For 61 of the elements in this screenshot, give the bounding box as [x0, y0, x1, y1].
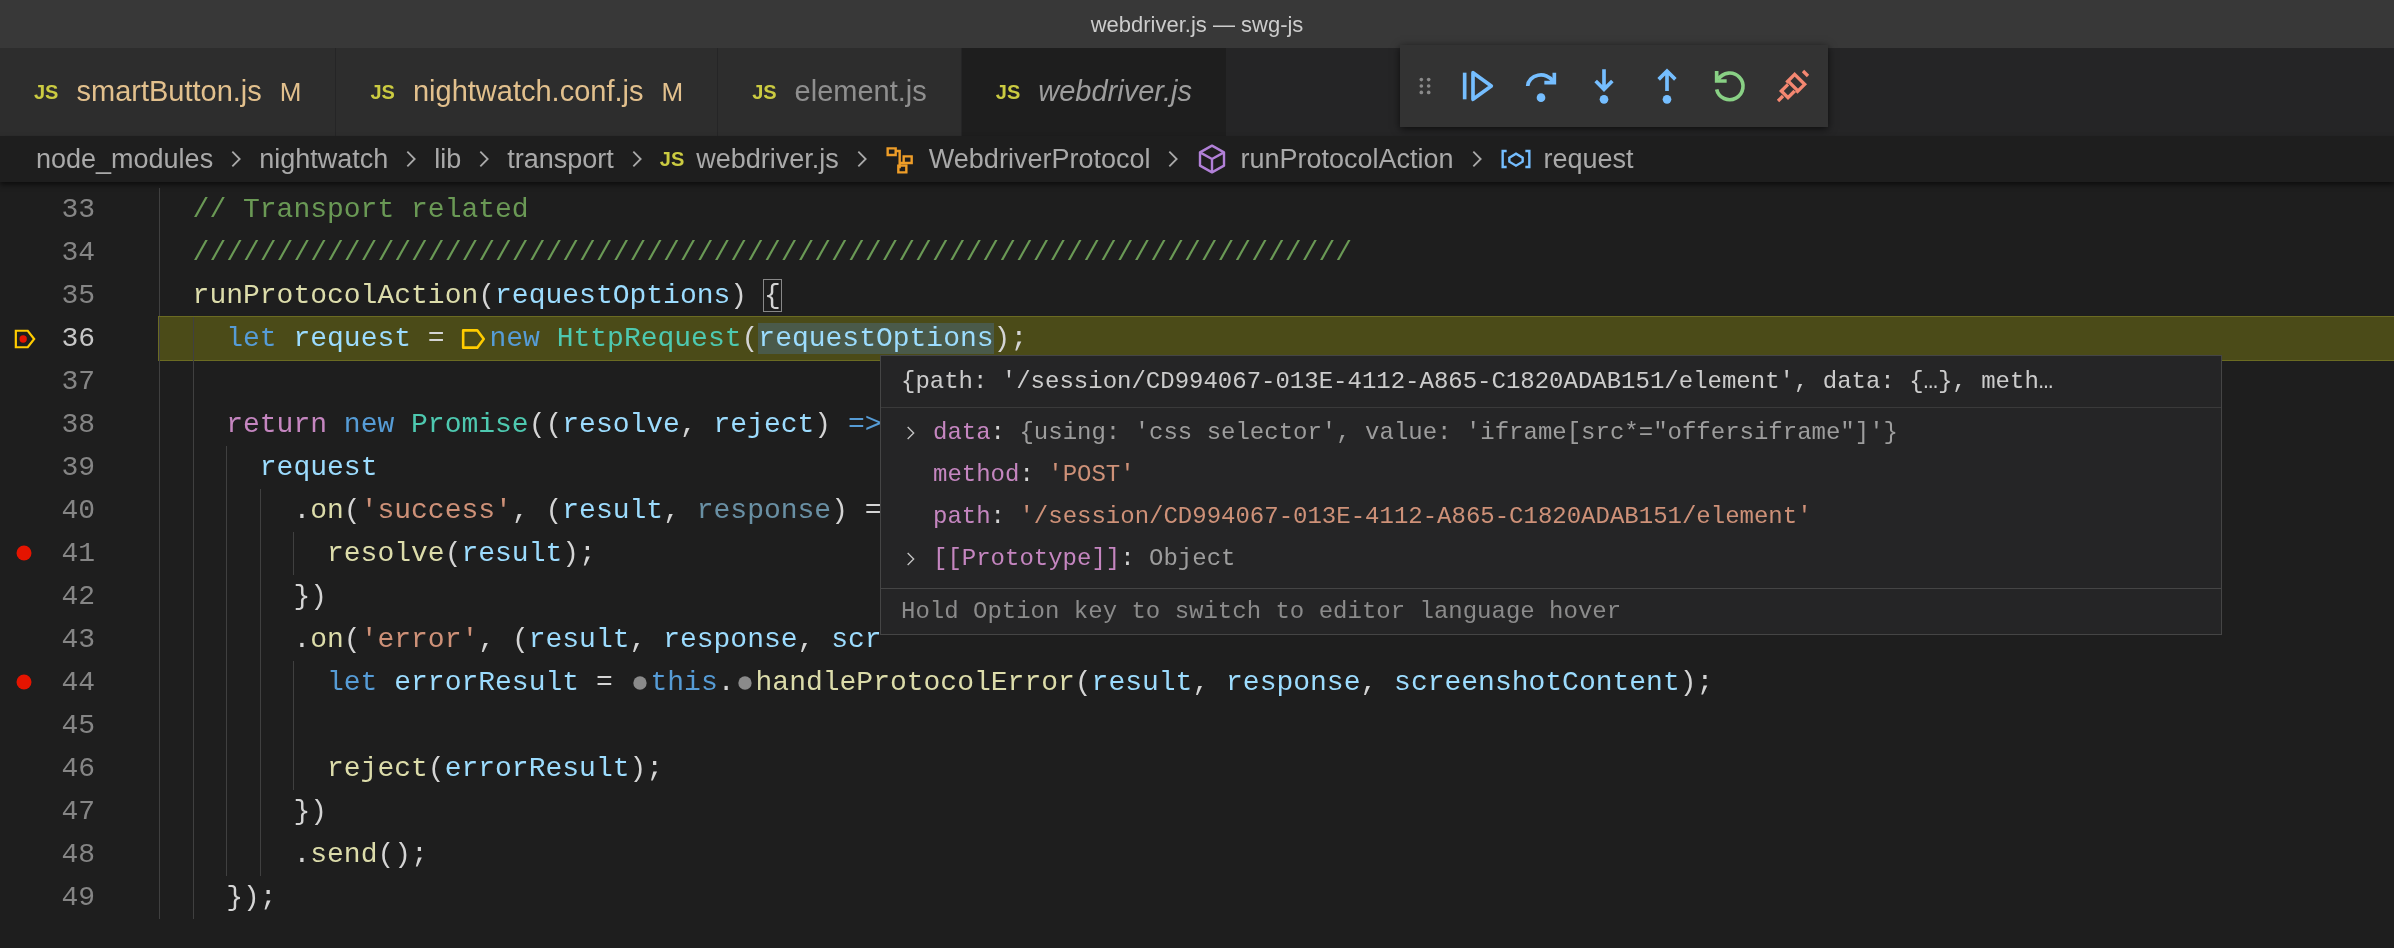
- code-text: });: [226, 881, 277, 915]
- line-number: 45: [61, 709, 95, 743]
- breadcrumb-item[interactable]: nightwatch: [259, 138, 389, 180]
- line-number: 44: [61, 666, 95, 700]
- code-text: resolve(result);: [327, 537, 596, 571]
- editor-tab[interactable]: JS webdriver.js: [961, 48, 1227, 136]
- breadcrumb-item[interactable]: WebdriverProtocol: [928, 138, 1151, 180]
- line-number: 46: [61, 752, 95, 786]
- hover-header: {path: '/session/CD994067-013E-4112-A865-C1820ADAB151/element', data: {…}, meth…: [881, 356, 2221, 408]
- code-text: reject(errorResult);: [327, 752, 664, 786]
- breadcrumb-item[interactable]: request: [1543, 138, 1634, 180]
- breadcrumb-item[interactable]: node_modules: [36, 138, 214, 180]
- line-number: 33: [61, 193, 95, 227]
- breakpoint-dot-icon[interactable]: [631, 674, 648, 691]
- property-row-text: path: '/session/CD994067-013E-4112-A865-C1820ADAB151/element': [933, 502, 1812, 532]
- line-number: 49: [61, 881, 95, 915]
- code-text: return new Promise((resolve, reject) =>: [226, 408, 882, 442]
- hover-hint: Hold Option key to switch to editor language hover: [881, 588, 2221, 634]
- code-text: runProtocolAction(requestOptions) {: [192, 279, 781, 313]
- code-text: let request =: [226, 322, 446, 356]
- line-number: 36: [61, 322, 95, 356]
- code-text: handleProtocolError(result, response, screenshotContent);: [755, 666, 1714, 700]
- breadcrumb-item[interactable]: lib: [434, 138, 462, 180]
- code-text: this.: [650, 666, 735, 700]
- line-number: 35: [61, 279, 95, 313]
- js-file-icon: JS: [995, 77, 1021, 107]
- editor-tab[interactable]: JS element.js: [718, 48, 962, 136]
- line-number: 37: [61, 365, 95, 399]
- line-number: 40: [61, 494, 95, 528]
- breadcrumb-item[interactable]: runProtocolAction: [1240, 138, 1454, 180]
- line-number: 47: [61, 795, 95, 829]
- code-text: /////////////////////////////////////////////////////////////////////: [192, 236, 1352, 270]
- line-number: 43: [61, 623, 95, 657]
- code-text: }): [293, 580, 328, 614]
- line-number: 42: [61, 580, 95, 614]
- code-text: // Transport related: [192, 193, 529, 227]
- line-number: 41: [61, 537, 95, 571]
- property-row-text: method: 'POST': [933, 460, 1135, 490]
- js-file-icon: JS: [659, 144, 685, 174]
- editor-tab[interactable]: JS smartButton.js M: [0, 48, 337, 136]
- code-text: .send();: [293, 838, 428, 872]
- js-file-icon: JS: [752, 77, 777, 107]
- line-number: 39: [61, 451, 95, 485]
- code-text: .on('success', (result, response) =: [293, 494, 882, 528]
- code-text: .on('error', (result, response, scr: [293, 623, 882, 657]
- editor-tab[interactable]: JS nightwatch.conf.js M: [336, 48, 719, 136]
- js-file-icon: JS: [370, 77, 395, 107]
- code-text: let errorResult =: [327, 666, 614, 700]
- line-number: 34: [61, 236, 95, 270]
- line-number: 38: [61, 408, 95, 442]
- breakpoint-dot-icon[interactable]: [736, 674, 753, 691]
- code-text: }): [293, 795, 328, 829]
- window-title: webdriver.js — swg-js: [1090, 10, 1304, 39]
- js-file-icon: JS: [34, 77, 59, 107]
- property-row-text: data: {using: 'css selector', value: 'iframe[src*="offersiframe"]'}: [933, 418, 1898, 448]
- property-row-text: [[Prototype]]: Object: [933, 544, 1236, 574]
- code-text: new HttpRequest(requestOptions);: [489, 322, 1028, 356]
- code-text: request: [259, 451, 378, 485]
- breadcrumb-item[interactable]: transport: [507, 138, 614, 180]
- line-number: 48: [61, 838, 95, 872]
- breadcrumb-item[interactable]: webdriver.js: [696, 138, 839, 180]
